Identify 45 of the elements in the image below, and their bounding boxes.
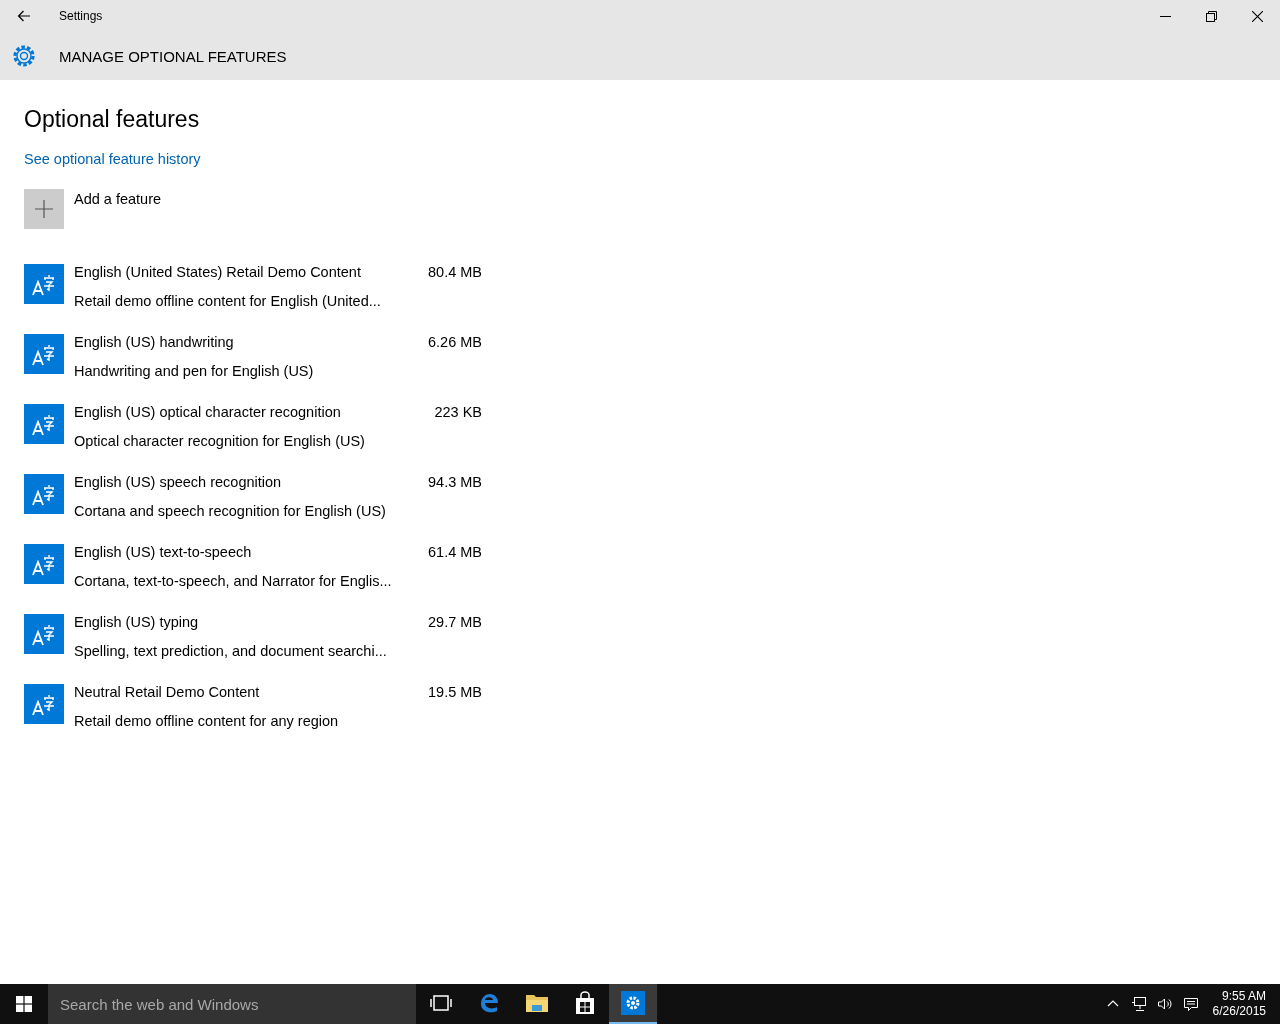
- network-icon[interactable]: [1130, 996, 1147, 1012]
- feature-size: 94.3 MB: [427, 474, 482, 491]
- back-arrow-icon: [17, 10, 31, 22]
- settings-icon: [621, 991, 645, 1015]
- browser-icon: [478, 992, 500, 1014]
- page-title: MANAGE OPTIONAL FEATURES: [59, 47, 287, 65]
- close-icon: [1251, 10, 1263, 22]
- section-heading: Optional features: [24, 106, 201, 133]
- speaker-icon[interactable]: [1156, 996, 1173, 1012]
- feature-description: Retail demo offline content for English (United...: [74, 293, 382, 310]
- feature-description: Retail demo offline content for any region: [74, 713, 340, 730]
- windows-logo-icon: [16, 996, 32, 1012]
- feature-name: English (US) handwriting: [74, 334, 235, 351]
- feature-name: Neutral Retail Demo Content: [74, 684, 261, 701]
- feature-size: 80.4 MB: [427, 264, 482, 281]
- feature-description: Spelling, text prediction, and document searchi...: [74, 643, 388, 660]
- notification-icon[interactable]: [1182, 996, 1199, 1012]
- plus-icon: [24, 189, 64, 229]
- clock-time[interactable]: 9:55 AM: [1221, 989, 1266, 1004]
- gear-icon: [11, 43, 37, 69]
- feature-name: English (US) speech recognition: [74, 474, 283, 491]
- clock-date[interactable]: 6/26/2015: [1212, 1004, 1266, 1019]
- feature-size: 61.4 MB: [427, 544, 482, 561]
- feature-description: Cortana, text-to-speech, and Narrator for Englis...: [74, 573, 393, 590]
- feature-name: English (US) text-to-speech: [74, 544, 253, 561]
- window-title: Settings: [59, 9, 104, 23]
- history-link[interactable]: See optional feature history: [24, 151, 201, 167]
- feature-size: 29.7 MB: [427, 614, 482, 631]
- feature-name: English (US) typing: [74, 614, 200, 631]
- restore-icon: [1205, 10, 1217, 22]
- feature-description: Optical character recognition for English (US): [74, 433, 366, 450]
- minimize-icon: [1159, 15, 1171, 17]
- search-field[interactable]: Search the web and Windows: [48, 984, 416, 1024]
- feature-size: 223 KB: [433, 404, 482, 421]
- shopping-bag-icon: [574, 991, 596, 1015]
- taskbar-button[interactable]: [609, 984, 657, 1024]
- feature-size: 19.5 MB: [427, 684, 482, 701]
- feature-description: Handwriting and pen for English (US): [74, 363, 315, 380]
- feature-size: 6.26 MB: [427, 334, 482, 351]
- feature-name: English (United States) Retail Demo Content: [74, 264, 362, 281]
- task-view-icon: [430, 994, 452, 1012]
- feature-description: Cortana and speech recognition for English (US): [74, 503, 387, 520]
- folder-icon: [525, 993, 549, 1013]
- add-feature-button[interactable]: Add a feature: [24, 189, 162, 229]
- feature-name: English (US) optical character recognition: [74, 404, 342, 421]
